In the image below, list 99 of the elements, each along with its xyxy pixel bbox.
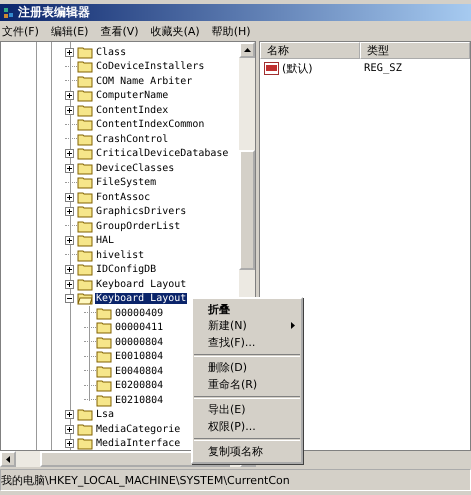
menu-item[interactable]: 编辑(E) [50,24,88,38]
column-header[interactable]: 名称 [260,42,360,59]
folder-icon [96,306,112,320]
tree-item[interactable]: IDConfigDB [95,264,158,276]
column-header[interactable]: 类型 [360,42,470,59]
tree-row[interactable]: CrashControl [1,132,239,146]
menu-item[interactable]: 文件(F) [2,24,39,38]
tree-item[interactable]: COM Name Arbiter [95,76,194,87]
tree-row[interactable]: CoDeviceInstallers [1,60,239,74]
folder-icon [77,118,93,132]
expand-icon[interactable] [65,106,74,115]
up-arrow-icon[interactable] [244,48,250,52]
expand-icon[interactable] [65,265,74,274]
folder-icon [96,364,112,378]
menu-option[interactable]: 新建(N) [193,318,301,334]
folder-icon [96,321,112,334]
tree-item[interactable]: FileSystem [95,177,158,188]
tree-item[interactable]: CrashControl [95,134,170,145]
expand-icon[interactable] [65,280,74,289]
status-bar: 我的电脑\HKEY_LOCAL_MACHINE\SYSTEM\CurrentCon [0,469,471,491]
tree-item[interactable]: ComputerName [95,90,170,102]
tree-item[interactable]: MediaCategorie [95,424,182,435]
menu-option[interactable]: 权限(P)... [193,418,301,434]
tree-item[interactable]: hivelist [95,250,146,261]
menu-item[interactable]: 收藏夹(A) [150,24,200,38]
folder-icon [77,176,93,190]
folder-icon [77,132,93,146]
tree-item[interactable]: Lsa [95,409,116,420]
folder-icon [77,263,93,276]
folder-icon [77,190,93,204]
menu-option[interactable]: 重命名(R) [193,376,301,392]
tree-item[interactable]: 00000411 [114,322,164,334]
tree-row[interactable]: ContentIndexCommon [1,118,239,132]
value-type: REG_SZ [364,62,402,74]
expand-icon[interactable] [65,164,74,173]
tree-item[interactable]: ContentIndex [95,104,170,116]
expand-icon[interactable] [65,236,74,246]
menu-option[interactable]: 删除(D) [193,360,301,376]
folder-icon [77,220,93,233]
folder-icon [77,248,93,262]
menu-option[interactable]: 折叠 [193,301,301,318]
tree-item[interactable]: CoDeviceInstallers [95,61,206,72]
folder-icon [96,336,112,349]
tree-item[interactable]: 00000804 [114,336,164,348]
tree-item[interactable]: E0040804 [114,366,164,377]
tree-item[interactable]: MediaInterface [95,438,182,450]
tree-item[interactable]: E0200804 [114,380,164,392]
expand-icon[interactable] [65,424,74,434]
folder-icon [77,46,93,59]
folder-icon [77,60,93,74]
tree-item[interactable]: Keyboard Layout [95,293,188,304]
collapse-icon[interactable] [65,294,74,304]
folder-icon [77,422,93,436]
folder-icon [77,89,93,102]
tree-row[interactable]: hivelist [1,248,239,262]
expand-icon[interactable] [65,48,74,57]
folder-icon [77,74,93,88]
expand-icon[interactable] [65,149,74,158]
value-name: (默认) [282,60,313,76]
tree-row[interactable]: COM Name Arbiter [1,74,239,88]
tree-item[interactable]: GraphicsDrivers [95,206,188,218]
expand-icon[interactable] [65,207,74,216]
folder-icon [77,147,93,160]
tree-row[interactable]: GroupOrderList [1,219,239,234]
tree-item[interactable]: Keyboard Layout [95,278,188,290]
folder-icon [96,394,112,407]
tree-item[interactable]: CriticalDeviceDatabase [95,148,230,160]
tree-item[interactable]: 00000409 [114,308,164,319]
expand-icon[interactable] [65,410,74,420]
menu-item[interactable]: 查看(V) [100,24,139,38]
open-folder-icon [77,292,93,306]
tree-item[interactable]: FontAssoc [95,192,152,203]
expand-icon[interactable] [65,192,74,202]
tree-item[interactable]: E0210804 [114,394,164,406]
folder-icon [77,205,93,218]
tree-item[interactable]: E0010804 [114,351,164,362]
menu-option[interactable]: 复制项名称 [193,444,301,460]
folder-icon [77,162,93,175]
folder-icon [77,104,93,117]
tree-item[interactable]: HAL [95,235,116,246]
tree-item[interactable]: GroupOrderList [95,220,182,232]
string-value-icon [264,62,279,74]
folder-icon [96,379,112,392]
tree-item[interactable]: ContentIndexCommon [95,119,206,130]
folder-icon [96,350,112,364]
menu-item[interactable]: 帮助(H) [212,24,251,38]
menu-option[interactable]: 查找(F)... [193,334,301,350]
menu-option[interactable]: 导出(E) [193,402,301,418]
expand-icon[interactable] [65,91,74,100]
window-title: 注册表编辑器 [18,4,90,21]
left-arrow-icon[interactable] [6,456,10,462]
folder-icon [77,278,93,291]
tree-row[interactable]: FileSystem [1,176,239,190]
folder-icon [77,234,93,248]
registry-icon [3,6,14,18]
submenu-arrow-icon [291,322,295,330]
tree-item[interactable]: DeviceClasses [95,162,176,174]
expand-icon[interactable] [65,439,74,448]
tree-item[interactable]: Class [95,46,128,58]
